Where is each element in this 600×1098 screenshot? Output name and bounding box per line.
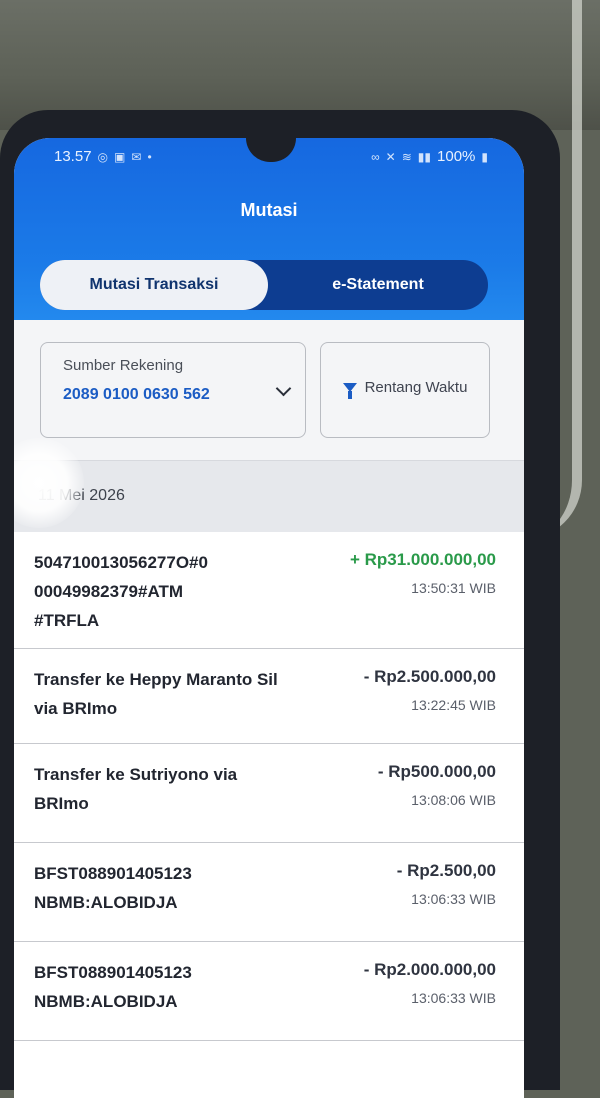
transaction-amount: + Rp31.000.000,00 xyxy=(349,550,496,569)
message-icon: ▣ xyxy=(114,149,126,164)
date-range-label: Rentang Waktu xyxy=(364,379,468,396)
transaction-row[interactable]: Transfer ke Sutriyono via BRImo - Rp500.… xyxy=(14,744,524,843)
app-header: 13.57 ◎ ▣ ✉ • ∞ ✕ ≋ ▮▮ 100% ▮ Mutasi Mut… xyxy=(14,138,524,320)
transaction-list: 504710013056277O#0 00049982379#ATM #TRFL… xyxy=(14,532,524,1041)
phone-screen: 13.57 ◎ ▣ ✉ • ∞ ✕ ≋ ▮▮ 100% ▮ Mutasi Mut… xyxy=(14,138,524,1098)
transaction-description: Transfer ke Heppy Maranto Sil via BRImo xyxy=(34,670,278,718)
transaction-row[interactable]: Transfer ke Heppy Maranto Sil via BRImo … xyxy=(14,649,524,744)
page-title: Mutasi xyxy=(240,200,298,220)
mail-icon: ✉ xyxy=(131,149,142,164)
date-header: 11 Mei 2026 xyxy=(14,460,524,533)
account-number: 2089 0100 0630 562 xyxy=(63,386,210,403)
filter-icon xyxy=(342,383,357,399)
status-bar: 13.57 ◎ ▣ ✉ • ∞ ✕ ≋ ▮▮ 100% ▮ xyxy=(14,148,524,170)
transaction-row[interactable]: BFST088901405123 NBMB:ALOBIDJA - Rp2.000… xyxy=(14,942,524,1041)
transaction-description: Transfer ke Sutriyono via BRImo xyxy=(34,765,238,813)
transaction-description: BFST088901405123 NBMB:ALOBIDJA xyxy=(34,963,192,1011)
signal-icon: ▮▮ xyxy=(417,149,432,164)
phone-frame: 13.57 ◎ ▣ ✉ • ∞ ✕ ≋ ▮▮ 100% ▮ Mutasi Mut… xyxy=(0,110,560,1098)
transaction-time: 13:08:06 WIB xyxy=(411,792,496,808)
account-label: Sumber Rekening xyxy=(63,357,184,374)
transaction-amount: - Rp2.500.000,00 xyxy=(363,667,496,686)
chevron-down-icon xyxy=(275,380,292,397)
status-battery: 100% xyxy=(437,148,476,165)
transaction-time: 13:22:45 WIB xyxy=(411,697,496,713)
mute-icon: ✕ xyxy=(385,149,396,164)
transaction-row[interactable]: BFST088901405123 NBMB:ALOBIDJA - Rp2.500… xyxy=(14,843,524,942)
transaction-time: 13:06:33 WIB xyxy=(411,891,496,907)
tab-e-statement[interactable]: e-Statement xyxy=(268,260,488,310)
transaction-amount: - Rp2.500,00 xyxy=(396,861,496,880)
dot-icon: • xyxy=(147,149,152,164)
tab-mutasi-transaksi[interactable]: Mutasi Transaksi xyxy=(40,260,268,310)
tab-bar: Mutasi Transaksi e-Statement xyxy=(40,260,488,310)
transaction-row[interactable]: 504710013056277O#0 00049982379#ATM #TRFL… xyxy=(14,532,524,649)
wifi-icon: ≋ xyxy=(401,149,412,164)
transaction-time: 13:50:31 WIB xyxy=(411,580,496,596)
battery-icon: ▮ xyxy=(481,149,488,164)
date-range-button[interactable]: Rentang Waktu xyxy=(320,342,490,438)
transaction-time: 13:06:33 WIB xyxy=(411,990,496,1006)
link-icon: ∞ xyxy=(371,149,380,164)
status-time: 13.57 xyxy=(54,148,92,165)
transaction-amount: - Rp2.000.000,00 xyxy=(363,960,496,979)
account-selector[interactable]: Sumber Rekening 2089 0100 0630 562 xyxy=(40,342,306,438)
transaction-description: 504710013056277O#0 00049982379#ATM #TRFL… xyxy=(34,553,208,630)
transaction-description: BFST088901405123 NBMB:ALOBIDJA xyxy=(34,864,192,912)
whatsapp-icon: ◎ xyxy=(97,149,109,164)
transaction-amount: - Rp500.000,00 xyxy=(377,762,496,781)
filter-section: Sumber Rekening 2089 0100 0630 562 Renta… xyxy=(14,320,524,460)
